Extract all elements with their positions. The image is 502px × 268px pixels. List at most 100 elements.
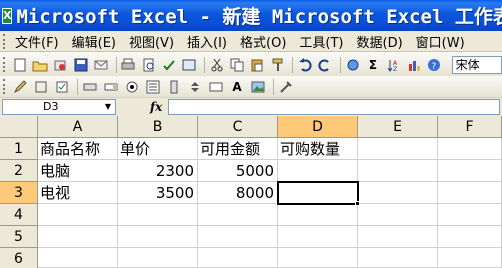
cell-a4[interactable] [38, 204, 118, 226]
cell-b4[interactable] [118, 204, 198, 226]
control-radio-icon[interactable] [123, 78, 141, 96]
row-header-3[interactable]: 3 [0, 182, 38, 204]
row-header-2[interactable]: 2 [0, 160, 38, 182]
properties-icon[interactable] [277, 78, 295, 96]
menu-edit[interactable]: 编辑(E) [68, 32, 125, 51]
cell-b1[interactable]: 单价 [118, 138, 198, 160]
cell-c1[interactable]: 可用金额 [198, 138, 278, 160]
chevron-down-icon[interactable]: ▼ [101, 100, 115, 114]
formula-input[interactable] [168, 99, 500, 115]
column-header-c[interactable]: C [198, 116, 278, 138]
chart-wizard-icon[interactable] [405, 56, 422, 74]
menu-tools[interactable]: 工具(T) [295, 32, 352, 51]
permission-icon[interactable] [52, 56, 69, 74]
column-header-f[interactable]: F [438, 116, 502, 138]
cell-b2[interactable]: 2300 [118, 160, 198, 182]
research-icon[interactable] [181, 56, 198, 74]
undo-icon[interactable] [296, 56, 313, 74]
cell-d1[interactable]: 可购数量 [278, 138, 358, 160]
cell-c6[interactable] [198, 248, 278, 268]
toolbar-grip[interactable] [3, 79, 7, 94]
fill-handle[interactable] [355, 201, 360, 206]
control-scroll-icon[interactable] [165, 78, 183, 96]
cell-c5[interactable] [198, 226, 278, 248]
column-header-e[interactable]: E [358, 116, 438, 138]
cell-b6[interactable] [118, 248, 198, 268]
autosum-icon[interactable]: Σ [364, 56, 381, 74]
format-painter-icon[interactable] [269, 56, 286, 74]
row-header-5[interactable]: 5 [0, 226, 38, 248]
help-icon[interactable]: ? [425, 56, 442, 74]
font-name-select[interactable]: 宋体 [451, 55, 502, 74]
cut-icon[interactable] [208, 56, 225, 74]
spelling-icon[interactable] [160, 56, 177, 74]
column-header-a[interactable]: A [38, 116, 118, 138]
new-icon[interactable] [11, 56, 28, 74]
fx-icon[interactable]: fx [150, 100, 162, 114]
cell-d3[interactable] [278, 182, 358, 204]
menu-data[interactable]: 数据(D) [353, 32, 412, 51]
column-header-d[interactable]: D [278, 116, 358, 138]
row-header-4[interactable]: 4 [0, 204, 38, 226]
name-box[interactable]: D3 ▼ [2, 99, 116, 115]
cell-b3[interactable]: 3500 [118, 182, 198, 204]
hyperlink-icon[interactable] [344, 56, 361, 74]
toolbar-grip[interactable] [3, 57, 7, 72]
cell-e4[interactable] [358, 204, 438, 226]
cell-e1[interactable] [358, 138, 438, 160]
cell-c2[interactable]: 5000 [198, 160, 278, 182]
cell-c4[interactable] [198, 204, 278, 226]
cell-f2[interactable] [438, 160, 502, 182]
cell-d2[interactable] [278, 160, 358, 182]
menu-format[interactable]: 格式(O) [236, 32, 295, 51]
row-header-6[interactable]: 6 [0, 248, 38, 268]
pencil-icon[interactable] [11, 78, 29, 96]
column-header-b[interactable]: B [118, 116, 198, 138]
menu-view[interactable]: 视图(V) [125, 32, 183, 51]
cell-e5[interactable] [358, 226, 438, 248]
cell-f6[interactable] [438, 248, 502, 268]
image-icon[interactable] [249, 78, 267, 96]
cell-e2[interactable] [358, 160, 438, 182]
text-a-icon[interactable]: A [228, 78, 246, 96]
control-text-icon[interactable] [207, 78, 225, 96]
cell-a1[interactable]: 商品名称 [38, 138, 118, 160]
border-icon[interactable] [32, 78, 50, 96]
excel-app-icon[interactable]: X [2, 7, 13, 24]
control-check-icon[interactable] [53, 78, 71, 96]
cell-f4[interactable] [438, 204, 502, 226]
control-spin-icon[interactable] [186, 78, 204, 96]
cell-a3[interactable]: 电视 [38, 182, 118, 204]
menu-insert[interactable]: 插入(I) [183, 32, 236, 51]
paste-icon[interactable] [249, 56, 266, 74]
cell-a5[interactable] [38, 226, 118, 248]
copy-icon[interactable] [228, 56, 245, 74]
email-icon[interactable] [92, 56, 109, 74]
menu-file[interactable]: 文件(F) [11, 32, 68, 51]
cell-c3[interactable]: 8000 [198, 182, 278, 204]
cell-e3[interactable] [358, 182, 438, 204]
cell-d5[interactable] [278, 226, 358, 248]
cell-d6[interactable] [278, 248, 358, 268]
cell-a2[interactable]: 电脑 [38, 160, 118, 182]
save-icon[interactable] [72, 56, 89, 74]
control-combo-icon[interactable] [102, 78, 120, 96]
cell-f5[interactable] [438, 226, 502, 248]
menu-window[interactable]: 窗口(W) [412, 32, 474, 51]
control-list-icon[interactable] [144, 78, 162, 96]
sort-ascending-icon[interactable]: AZ [385, 56, 402, 74]
open-icon[interactable] [31, 56, 48, 74]
cell-b5[interactable] [118, 226, 198, 248]
cell-e6[interactable] [358, 248, 438, 268]
cell-f3[interactable] [438, 182, 502, 204]
print-preview-icon[interactable] [140, 56, 157, 74]
select-all-corner[interactable] [0, 116, 38, 138]
menubar-grip[interactable] [3, 33, 7, 49]
print-icon[interactable] [120, 56, 137, 74]
row-header-1[interactable]: 1 [0, 138, 38, 160]
cell-d4[interactable] [278, 204, 358, 226]
control-button-icon[interactable] [81, 78, 99, 96]
redo-icon[interactable] [317, 56, 334, 74]
cell-f1[interactable] [438, 138, 502, 160]
cell-a6[interactable] [38, 248, 118, 268]
